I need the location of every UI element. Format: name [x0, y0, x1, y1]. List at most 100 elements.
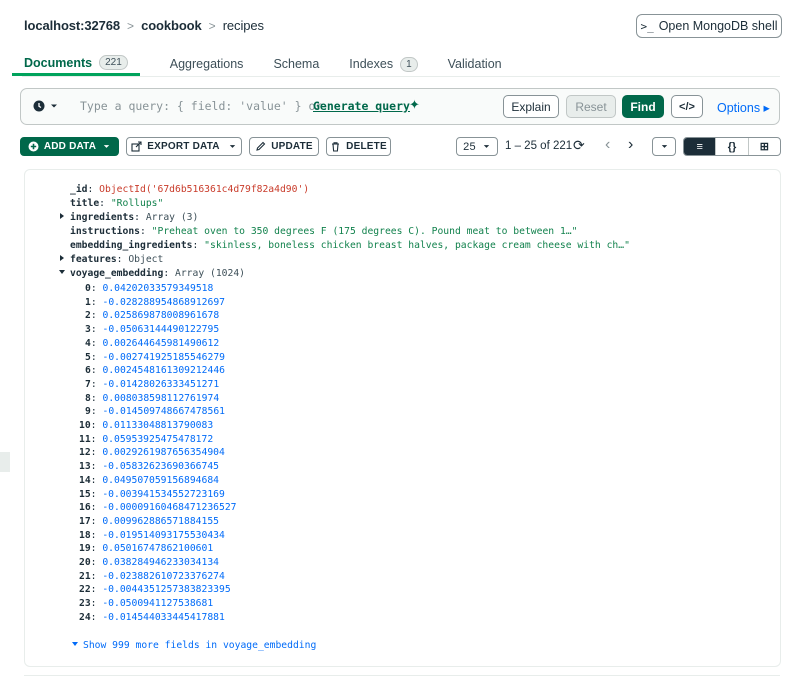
page-size-select[interactable]: 25	[456, 137, 498, 156]
embedding-item[interactable]: 18: -0.019514093175530434	[79, 529, 225, 543]
array-value: -0.0500941127538681	[102, 598, 214, 610]
array-value: 0.025869878008961678	[102, 310, 220, 322]
embedding-item[interactable]: 16: -0.00009160468471236527	[79, 501, 237, 515]
embedding-item[interactable]: 21: -0.023882610723376274	[79, 570, 225, 584]
json-view-button[interactable]: {}	[716, 138, 749, 155]
trash-icon	[332, 142, 340, 152]
explain-button[interactable]: Explain	[503, 95, 559, 118]
update-button[interactable]: UPDATE	[249, 137, 319, 156]
list-bottom-divider	[24, 675, 780, 676]
chevron-right-icon: >	[208, 18, 216, 33]
caret-right-icon[interactable]	[58, 212, 66, 220]
query-input[interactable]: Type a query: { field: 'value' } or	[80, 99, 322, 113]
embedding-item[interactable]: 1: -0.028288954868912697	[85, 296, 225, 310]
array-value: 0.008038598112761974	[102, 392, 220, 404]
query-history-button[interactable]	[33, 100, 59, 112]
array-index: 23	[79, 598, 91, 610]
field-id[interactable]: _id: ObjectId('67d6b516361c4d79f82a4d90'…	[70, 183, 309, 197]
array-value: 0.009962886571884155	[102, 515, 219, 527]
clock-icon	[33, 100, 45, 112]
embedding-item[interactable]: 11: 0.05953925475478172	[79, 433, 213, 447]
array-value: -0.01428026333451271	[102, 378, 220, 390]
embedding-item[interactable]: 23: -0.0500941127538681	[79, 597, 213, 611]
previous-page-button[interactable]: ‹	[605, 136, 610, 154]
array-value: 0.0024548161309212446	[102, 365, 225, 377]
embedding-item[interactable]: 13: -0.05832623690366745	[79, 460, 219, 474]
tabs-divider	[22, 76, 780, 77]
update-label: UPDATE	[271, 141, 313, 152]
tab-indexes[interactable]: Indexes 1	[349, 50, 418, 76]
array-index: 22	[79, 584, 91, 596]
embedding-item[interactable]: 24: -0.014544033445417881	[79, 611, 225, 625]
find-button[interactable]: Find	[622, 95, 664, 118]
show-more-fields-link[interactable]: Show 999 more fields in voyage_embedding	[71, 640, 316, 651]
document-card: _id: ObjectId('67d6b516361c4d79f82a4d90'…	[24, 169, 781, 667]
array-value: -0.014544033445417881	[102, 611, 225, 623]
refresh-icon[interactable]: ⟳	[573, 137, 585, 154]
field-features[interactable]: features: Object	[58, 253, 163, 267]
embedding-item[interactable]: 10: 0.01133048813790083	[79, 419, 213, 433]
open-shell-button[interactable]: >_ Open MongoDB shell	[636, 14, 782, 38]
list-view-button[interactable]: ≡	[684, 138, 717, 155]
embedding-item[interactable]: 15: -0.003941534552723169	[79, 488, 225, 502]
field-value: "Rollups"	[110, 198, 164, 209]
options-toggle[interactable]: Options ▸	[717, 100, 770, 115]
open-shell-label: Open MongoDB shell	[658, 19, 778, 33]
embedding-item[interactable]: 0: 0.04202033579349518	[85, 282, 213, 296]
table-view-button[interactable]: ⊞	[749, 138, 780, 155]
array-value: -0.023882610723376274	[102, 570, 225, 582]
tab-validation-label: Validation	[447, 57, 502, 71]
embedding-item[interactable]: 6: 0.0024548161309212446	[85, 364, 225, 378]
array-value: 0.002644645981490612	[102, 337, 220, 349]
embedding-item[interactable]: 3: -0.05063144490122795	[85, 323, 219, 337]
tab-documents-label: Documents	[24, 55, 93, 70]
array-value: -0.014509748667478561	[102, 406, 225, 418]
export-data-button[interactable]: EXPORT DATA	[126, 137, 242, 156]
delete-button[interactable]: DELETE	[326, 137, 391, 156]
field-ingredients[interactable]: ingredients: Array (3)	[58, 211, 198, 225]
view-dropdown-button[interactable]	[652, 137, 676, 156]
field-voyage-embedding[interactable]: voyage_embedding: Array (1024)	[58, 267, 245, 281]
embedding-item[interactable]: 7: -0.01428026333451271	[85, 378, 219, 392]
array-index: 15	[79, 488, 91, 500]
array-index: 14	[79, 474, 91, 486]
caret-right-icon[interactable]	[58, 254, 66, 262]
breadcrumb-database[interactable]: cookbook	[141, 18, 202, 33]
embedding-item[interactable]: 12: 0.0029261987656354904	[79, 446, 225, 460]
tab-validation[interactable]: Validation	[448, 50, 502, 76]
tab-aggregations[interactable]: Aggregations	[170, 50, 244, 76]
embedding-item[interactable]: 20: 0.038284946233034134	[79, 556, 219, 570]
embedding-item[interactable]: 4: 0.002644645981490612	[85, 337, 219, 351]
embedding-item[interactable]: 14: 0.049507059156894684	[79, 474, 219, 488]
field-embedding-ingredients[interactable]: embedding_ingredients: "skinless, bonele…	[70, 239, 630, 253]
caret-down-icon	[103, 145, 110, 148]
field-title[interactable]: title: "Rollups"	[70, 197, 163, 211]
embedding-item[interactable]: 8: 0.008038598112761974	[85, 392, 219, 406]
array-value: 0.049507059156894684	[102, 474, 219, 486]
reset-button[interactable]: Reset	[566, 95, 616, 118]
embedding-item[interactable]: 5: -0.002741925185546279	[85, 351, 225, 365]
tab-indexes-label: Indexes	[349, 57, 394, 71]
array-index: 21	[79, 570, 91, 582]
generate-query-link[interactable]: Generate query	[313, 99, 410, 113]
caret-down-icon	[483, 145, 490, 148]
tab-documents[interactable]: Documents 221	[12, 50, 140, 76]
field-key: _id	[70, 184, 88, 195]
embedding-item[interactable]: 17: 0.009962886571884155	[79, 515, 219, 529]
array-index: 17	[79, 515, 91, 527]
breadcrumb-host[interactable]: localhost:32768	[24, 18, 120, 33]
code-view-button[interactable]: </>	[671, 95, 703, 118]
field-instructions[interactable]: instructions: "Preheat oven to 350 degre…	[70, 225, 577, 239]
add-data-button[interactable]: ADD DATA	[20, 137, 119, 156]
caret-down-icon	[51, 104, 57, 108]
embedding-item[interactable]: 2: 0.025869878008961678	[85, 309, 219, 323]
caret-down-icon[interactable]	[58, 268, 66, 276]
next-page-button[interactable]: ›	[628, 136, 633, 154]
tab-schema[interactable]: Schema	[273, 50, 319, 76]
caret-down-icon	[661, 145, 667, 148]
embedding-item[interactable]: 19: 0.05016747862100601	[79, 542, 213, 556]
plus-circle-icon	[28, 141, 39, 152]
embedding-item[interactable]: 22: -0.0044351257383823395	[79, 583, 231, 597]
caret-down-icon	[229, 145, 235, 148]
embedding-item[interactable]: 9: -0.014509748667478561	[85, 405, 225, 419]
